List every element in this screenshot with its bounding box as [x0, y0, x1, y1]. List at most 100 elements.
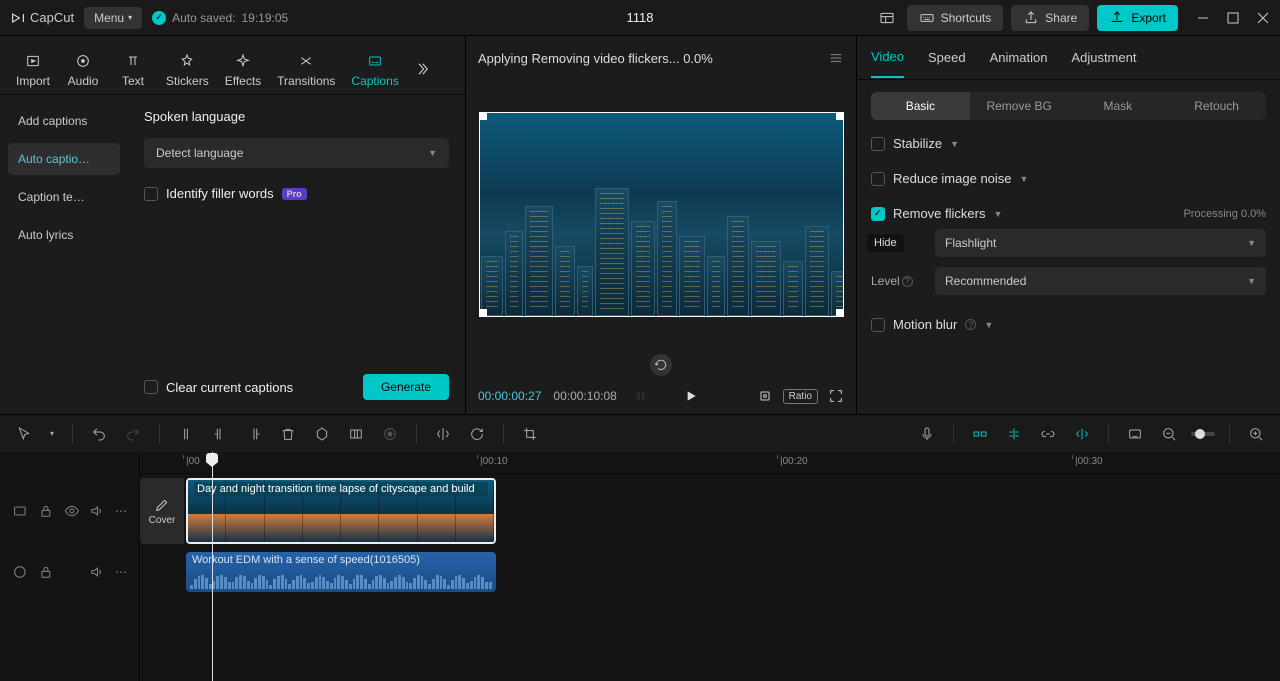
menu-button[interactable]: Menu ▾: [84, 7, 142, 29]
remove-flickers-checkbox[interactable]: ✓: [871, 207, 885, 221]
lock-icon[interactable]: [38, 503, 54, 519]
language-select[interactable]: Detect language ▼: [144, 138, 449, 168]
delete-tool[interactable]: [276, 422, 300, 446]
layout-icon[interactable]: [875, 6, 899, 30]
sidebar-item-add-captions[interactable]: Add captions: [8, 105, 120, 137]
generate-button[interactable]: Generate: [363, 374, 449, 400]
preview-toggle[interactable]: [1123, 422, 1147, 446]
chevron-down-icon[interactable]: ▼: [984, 320, 993, 330]
filler-words-checkbox[interactable]: [144, 187, 158, 201]
subtab-basic[interactable]: Basic: [871, 92, 970, 120]
level-value: Recommended: [945, 274, 1026, 288]
hide-tooltip: Hide: [867, 234, 904, 252]
zoom-slider[interactable]: [1191, 432, 1215, 436]
mic-button[interactable]: [915, 422, 939, 446]
split-left-tool[interactable]: [208, 422, 232, 446]
redo-button[interactable]: [121, 422, 145, 446]
sidebar-item-caption-templates[interactable]: Caption te…: [8, 181, 120, 213]
audio-clip[interactable]: Workout EDM with a sense of speed(101650…: [186, 552, 496, 592]
pointer-tool[interactable]: [12, 422, 36, 446]
play-button[interactable]: [683, 388, 699, 404]
maximize-button[interactable]: [1226, 11, 1240, 25]
resize-handle-bl[interactable]: [479, 309, 487, 317]
track-more-icon[interactable]: ⋯: [115, 565, 127, 579]
level-select[interactable]: Recommended ▼: [935, 267, 1266, 295]
preview-options-icon[interactable]: [635, 389, 649, 403]
zoom-in-button[interactable]: [1244, 422, 1268, 446]
timeline-tracks-area[interactable]: |00|00:10|00:20|00:30 Cover Day and nigh…: [140, 452, 1280, 681]
mute-icon[interactable]: [89, 564, 105, 580]
timeline-ruler[interactable]: |00|00:10|00:20|00:30: [140, 452, 1280, 474]
snap-toggle-2[interactable]: [1002, 422, 1026, 446]
chevron-down-icon[interactable]: ▼: [1020, 174, 1029, 184]
motion-blur-checkbox[interactable]: [871, 318, 885, 332]
sidebar-item-auto-captions[interactable]: Auto captio…: [8, 143, 120, 175]
crop-tool[interactable]: [518, 422, 542, 446]
fullscreen-button[interactable]: [828, 388, 844, 404]
mirror-tool[interactable]: [431, 422, 455, 446]
undo-button[interactable]: [87, 422, 111, 446]
tab-text[interactable]: Text: [108, 44, 158, 94]
pointer-dropdown[interactable]: ▾: [46, 422, 58, 446]
link-toggle[interactable]: [1036, 422, 1060, 446]
subtab-retouch[interactable]: Retouch: [1167, 92, 1266, 120]
snap-toggle-1[interactable]: [968, 422, 992, 446]
rotate-tool[interactable]: [465, 422, 489, 446]
cover-button[interactable]: Cover: [140, 478, 184, 544]
inspector-tab-animation[interactable]: Animation: [990, 38, 1048, 77]
tabs-more-button[interactable]: [407, 60, 437, 78]
tab-import[interactable]: Import: [8, 44, 58, 94]
video-clip[interactable]: Day and night transition time lapse of c…: [186, 478, 496, 544]
split-tool[interactable]: [174, 422, 198, 446]
minimize-button[interactable]: [1196, 11, 1210, 25]
close-button[interactable]: [1256, 11, 1270, 25]
sidebar-item-auto-lyrics[interactable]: Auto lyrics: [8, 219, 120, 251]
subtab-remove-bg[interactable]: Remove BG: [970, 92, 1069, 120]
compare-button[interactable]: [757, 388, 773, 404]
audio-track-header: ⋯: [0, 548, 139, 596]
mute-icon[interactable]: [89, 503, 105, 519]
magnet-toggle[interactable]: [1070, 422, 1094, 446]
tab-effects[interactable]: Effects: [217, 44, 269, 94]
export-button[interactable]: Export: [1097, 5, 1178, 31]
tab-transitions[interactable]: Transitions: [269, 44, 343, 94]
chevron-down-icon[interactable]: ▼: [993, 209, 1002, 219]
chevron-down-icon[interactable]: ▼: [950, 139, 959, 149]
marker-tool[interactable]: [310, 422, 334, 446]
ratio-button[interactable]: Ratio: [783, 389, 818, 404]
resize-handle-br[interactable]: [836, 309, 844, 317]
autosave-time: 19:19:05: [242, 11, 289, 25]
resize-handle-tl[interactable]: [479, 112, 487, 120]
info-icon[interactable]: ?: [965, 319, 976, 330]
subtab-mask[interactable]: Mask: [1069, 92, 1168, 120]
preview-frame[interactable]: [479, 112, 844, 317]
record-tool[interactable]: [378, 422, 402, 446]
inspector-tab-adjustment[interactable]: Adjustment: [1071, 38, 1136, 77]
inspector-tab-speed[interactable]: Speed: [928, 38, 966, 77]
info-icon[interactable]: ?: [902, 276, 913, 287]
audio-track[interactable]: Workout EDM with a sense of speed(101650…: [140, 548, 1280, 596]
tab-audio[interactable]: Audio: [58, 44, 108, 94]
keyboard-icon: [919, 10, 935, 26]
share-button[interactable]: Share: [1011, 5, 1089, 31]
pro-badge: Pro: [282, 188, 307, 200]
video-track[interactable]: Cover Day and night transition time laps…: [140, 474, 1280, 548]
resize-handle-tr[interactable]: [836, 112, 844, 120]
reset-transform-button[interactable]: [650, 354, 672, 376]
preview-menu-button[interactable]: [828, 50, 844, 66]
reduce-noise-checkbox[interactable]: [871, 172, 885, 186]
inspector-tab-video[interactable]: Video: [871, 37, 904, 78]
playhead[interactable]: [212, 452, 213, 681]
shortcuts-button[interactable]: Shortcuts: [907, 5, 1004, 31]
zoom-out-button[interactable]: [1157, 422, 1181, 446]
stabilize-checkbox[interactable]: [871, 137, 885, 151]
tab-captions[interactable]: Captions: [343, 44, 406, 94]
mode-select[interactable]: Flashlight ▼: [935, 229, 1266, 257]
split-right-tool[interactable]: [242, 422, 266, 446]
tab-stickers[interactable]: Stickers: [158, 44, 217, 94]
track-more-icon[interactable]: ⋯: [115, 504, 127, 518]
duplicate-tool[interactable]: [344, 422, 368, 446]
clear-captions-checkbox[interactable]: [144, 380, 158, 394]
lock-icon[interactable]: [38, 564, 54, 580]
eye-icon[interactable]: [64, 503, 80, 519]
